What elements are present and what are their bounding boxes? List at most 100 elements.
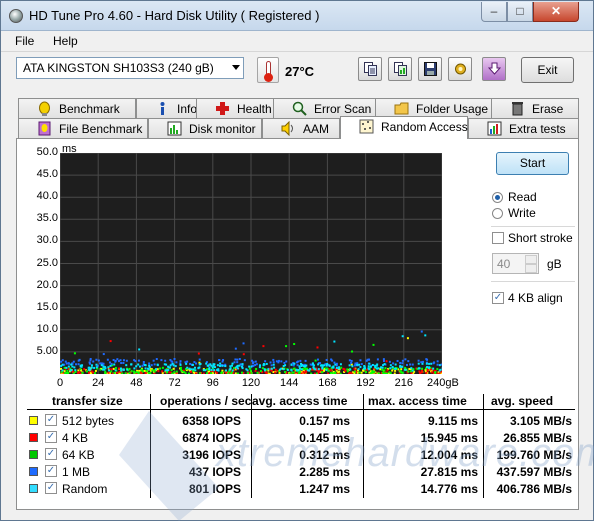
scatter-point [221,369,224,372]
copy-text-button[interactable] [358,57,382,81]
series-swatch [29,433,38,442]
scatter-point [114,366,117,369]
scatter-point [410,372,413,374]
scatter-point [216,364,219,367]
scatter-point [249,369,252,372]
transfer-size-label: 4 KB [62,431,89,445]
scatter-point [95,358,98,361]
scatter-point [382,364,385,367]
spin-up-icon[interactable] [525,255,537,264]
y-tick-label: 15.0 [36,300,58,313]
read-radio[interactable] [492,192,503,203]
scatter-point [350,361,353,364]
close-button[interactable]: ✕ [533,2,579,22]
align-checkbox[interactable]: ✓ [492,292,504,304]
options-button[interactable] [448,57,472,81]
scatter-point [161,370,164,373]
scatter-point [325,358,328,361]
copy-screenshot-button[interactable] [388,57,412,81]
scatter-point [113,371,116,374]
scatter-point [399,361,402,364]
scatter-point [290,369,293,372]
menu-bar: File Help [1,32,593,52]
drive-select[interactable]: ATA KINGSTON SH103S3 (240 gB) [16,57,244,79]
scatter-point [357,368,360,371]
short-stroke-checkbox[interactable] [492,232,504,244]
series-checkbox[interactable]: ✓ [45,414,57,426]
scatter-point [274,371,277,374]
minimize-button[interactable]: – [481,2,507,22]
tab-erase[interactable]: Erase [491,98,579,119]
tab-extra-tests[interactable]: Extra tests [468,118,579,139]
scatter-point [272,361,275,364]
y-tick-label: 50.0 [36,146,58,158]
scatter-point [367,365,370,368]
scatter-point [421,371,424,374]
scatter-point [213,363,216,366]
scatter-point [107,366,110,369]
series-checkbox[interactable]: ✓ [45,465,57,477]
scatter-point [384,372,387,374]
align-label: 4 KB align [508,291,563,305]
scatter-point [254,369,257,372]
scatter-point [90,366,93,369]
scatter-point [74,370,77,373]
cell-ops: 6874 IOPS [182,431,241,445]
scatter-point [79,368,82,371]
scatter-point [66,371,69,374]
scatter-point [436,363,439,366]
scatter-point [236,367,239,370]
scatter-point [334,371,337,374]
menu-help[interactable]: Help [53,34,78,48]
scatter-point [374,366,377,369]
tab-disk-monitor[interactable]: Disk monitor [148,118,262,139]
menu-file[interactable]: File [15,34,34,48]
series-checkbox[interactable]: ✓ [45,431,57,443]
scatter-point [311,363,314,366]
thermometer-icon [257,57,279,83]
start-button[interactable]: Start [496,152,569,175]
x-tick-label: 240gB [427,377,459,389]
series-checkbox[interactable]: ✓ [45,448,57,460]
cell-avg: 0.145 ms [299,431,350,445]
scatter-point [185,362,188,365]
scatter-point [434,371,437,374]
scatter-point [277,359,280,362]
transfer-size-label: 64 KB [62,448,95,462]
title-bar[interactable]: HD Tune Pro 4.60 - Hard Disk Utility ( R… [1,1,593,31]
scatter-point [66,369,69,372]
scatter-point [194,372,197,374]
download-button[interactable] [482,57,506,81]
scatter-point [89,357,92,360]
error-scan-icon [292,101,307,116]
spin-down-icon[interactable] [525,264,537,273]
write-radio[interactable] [492,208,503,219]
tab-file-benchmark[interactable]: File Benchmark [18,118,148,139]
scatter-point [333,340,336,343]
scatter-point [113,363,116,366]
tab-benchmark[interactable]: Benchmark [18,98,136,119]
series-checkbox[interactable]: ✓ [45,482,57,494]
scatter-point [371,363,374,366]
scatter-point [420,330,423,333]
short-stroke-input[interactable]: 40 [492,253,539,274]
scatter-point [133,371,136,374]
tab-aam[interactable]: AAM [262,118,340,139]
temperature-value: 27°C [285,64,315,79]
scatter-point [411,363,414,366]
scatter-point [404,368,407,371]
exit-button[interactable]: Exit [521,57,574,83]
scatter-point [102,353,105,356]
scatter-point [410,367,413,370]
tab-random-access[interactable]: Random Access [340,116,468,139]
scatter-point [293,343,296,346]
header-transfer-size: transfer size [52,394,123,408]
scatter-point [153,363,156,366]
scatter-point [117,360,120,363]
maximize-button[interactable]: □ [507,2,533,22]
cell-max: 9.115 ms [427,414,478,428]
save-button[interactable] [418,57,442,81]
scatter-point [377,367,380,370]
scatter-point [126,368,129,371]
scatter-point [340,366,343,369]
